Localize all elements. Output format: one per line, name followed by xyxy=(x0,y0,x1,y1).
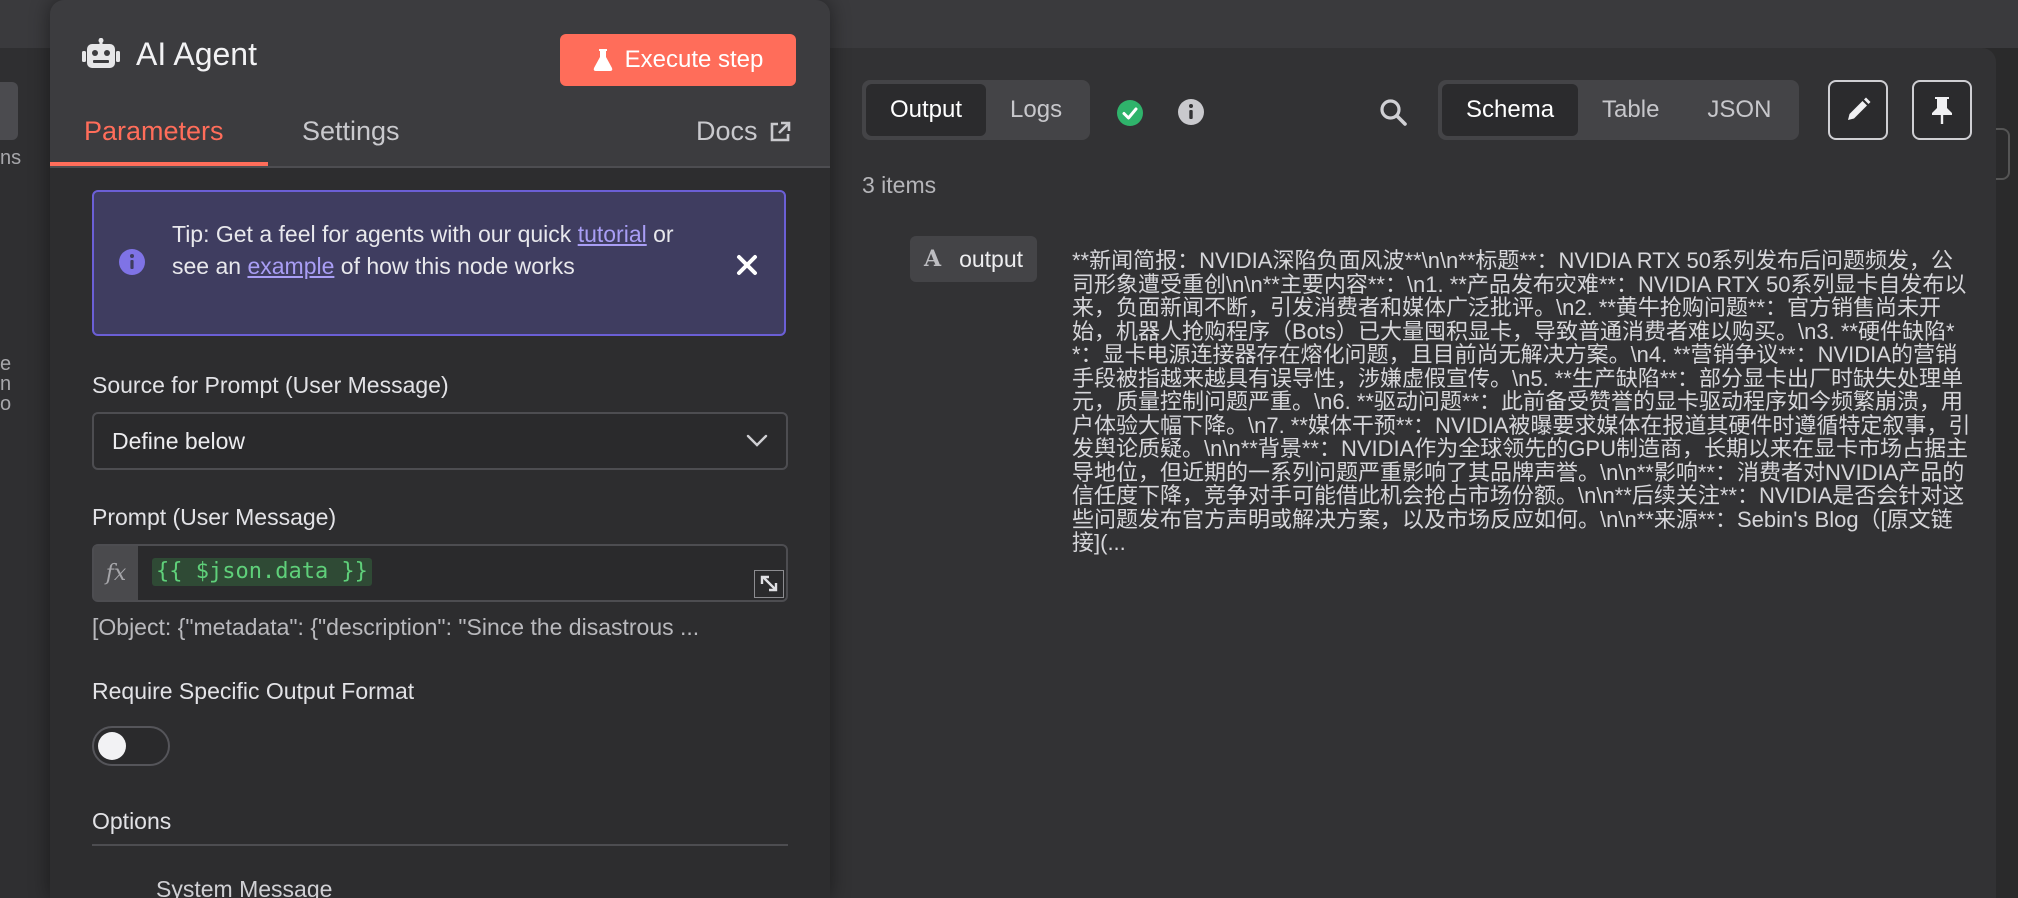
source-prompt-select[interactable]: Define below xyxy=(92,412,788,470)
example-link[interactable]: example xyxy=(247,253,334,279)
canvas-fragment-text: e xyxy=(0,353,12,375)
info-icon xyxy=(119,249,145,275)
canvas-right-control[interactable] xyxy=(1996,128,2010,180)
source-prompt-label: Source for Prompt (User Message) xyxy=(92,372,449,398)
schema-field-chip[interactable]: A output xyxy=(910,236,1038,282)
output-format-label: Require Specific Output Format xyxy=(92,678,415,704)
pin-data-button[interactable] xyxy=(1912,80,1972,140)
robot-icon xyxy=(82,38,120,68)
canvas-fragment-text: n xyxy=(0,373,12,395)
view-mode-toggle: Schema Table JSON xyxy=(1438,80,1800,140)
system-message-label[interactable]: System Message xyxy=(156,876,332,898)
prompt-expression[interactable]: {{ $json.data }} xyxy=(152,558,372,586)
expand-icon xyxy=(760,575,778,592)
close-icon[interactable] xyxy=(734,252,760,278)
source-prompt-value: Define below xyxy=(112,427,245,454)
node-title: AI Agent xyxy=(136,36,257,72)
tip-text: Tip: Get a feel for agents with our quic… xyxy=(172,218,682,282)
tip-text-part: Tip: Get a feel for agents with our quic… xyxy=(172,221,578,247)
tab-settings[interactable]: Settings xyxy=(302,116,400,147)
pin-icon xyxy=(1932,97,1952,124)
options-heading: Options xyxy=(92,808,172,834)
toggle-knob xyxy=(98,732,126,760)
tab-parameters[interactable]: Parameters xyxy=(84,116,224,147)
field-value: **新闻简报：NVIDIA深陷负面风波**\n\n**标题**：NVIDIA R… xyxy=(1072,248,1971,555)
search-icon[interactable] xyxy=(1378,97,1408,127)
docs-link[interactable]: Docs xyxy=(696,116,792,147)
docs-link-label: Docs xyxy=(696,116,758,146)
node-tabs: Parameters Settings Docs xyxy=(50,108,830,168)
tip-text-part: of how this node works xyxy=(334,253,575,279)
node-settings-panel: AI Agent Execute step Parameters Setting… xyxy=(50,0,830,898)
chevron-down-icon xyxy=(746,434,768,447)
output-format-toggle[interactable] xyxy=(92,726,170,766)
tab-output[interactable]: Output xyxy=(866,84,987,136)
output-logs-toggle: Output Logs xyxy=(862,80,1091,140)
canvas-fragment-text: o xyxy=(0,393,12,415)
success-check-icon xyxy=(1117,100,1143,126)
external-link-icon xyxy=(770,121,790,141)
tip-callout: Tip: Get a feel for agents with our quic… xyxy=(92,190,786,336)
edit-output-button[interactable] xyxy=(1828,80,1888,140)
canvas-fragment-text: ns xyxy=(0,147,22,169)
canvas-right-edge xyxy=(1996,48,2018,898)
tab-json[interactable]: JSON xyxy=(1683,84,1795,136)
canvas-side-tab[interactable] xyxy=(0,82,18,140)
prompt-label: Prompt (User Message) xyxy=(92,504,337,530)
field-name: output xyxy=(959,245,1024,272)
parameters-body: Tip: Get a feel for agents with our quic… xyxy=(50,168,830,898)
execute-step-button[interactable]: Execute step xyxy=(560,34,796,86)
prompt-expression-input[interactable]: fx {{ $json.data }} xyxy=(92,544,788,602)
output-panel: Output Logs Schema Table JSON 3 items A … xyxy=(820,48,1996,898)
active-tab-underline xyxy=(50,162,268,166)
fx-badge: fx xyxy=(94,546,138,600)
info-icon[interactable] xyxy=(1176,97,1206,127)
items-count: 3 items xyxy=(862,172,937,198)
pencil-icon xyxy=(1848,97,1871,120)
execute-step-label: Execute step xyxy=(624,46,764,73)
tab-logs[interactable]: Logs xyxy=(986,84,1086,136)
tab-schema[interactable]: Schema xyxy=(1442,84,1579,136)
string-type-icon: A xyxy=(924,246,942,272)
tutorial-link[interactable]: tutorial xyxy=(578,221,647,247)
prompt-preview: [Object: {"metadata": {"description": "S… xyxy=(92,614,700,640)
expand-editor-button[interactable] xyxy=(754,570,784,598)
tab-table[interactable]: Table xyxy=(1578,84,1683,136)
flask-icon xyxy=(593,49,612,71)
options-divider xyxy=(92,844,788,846)
